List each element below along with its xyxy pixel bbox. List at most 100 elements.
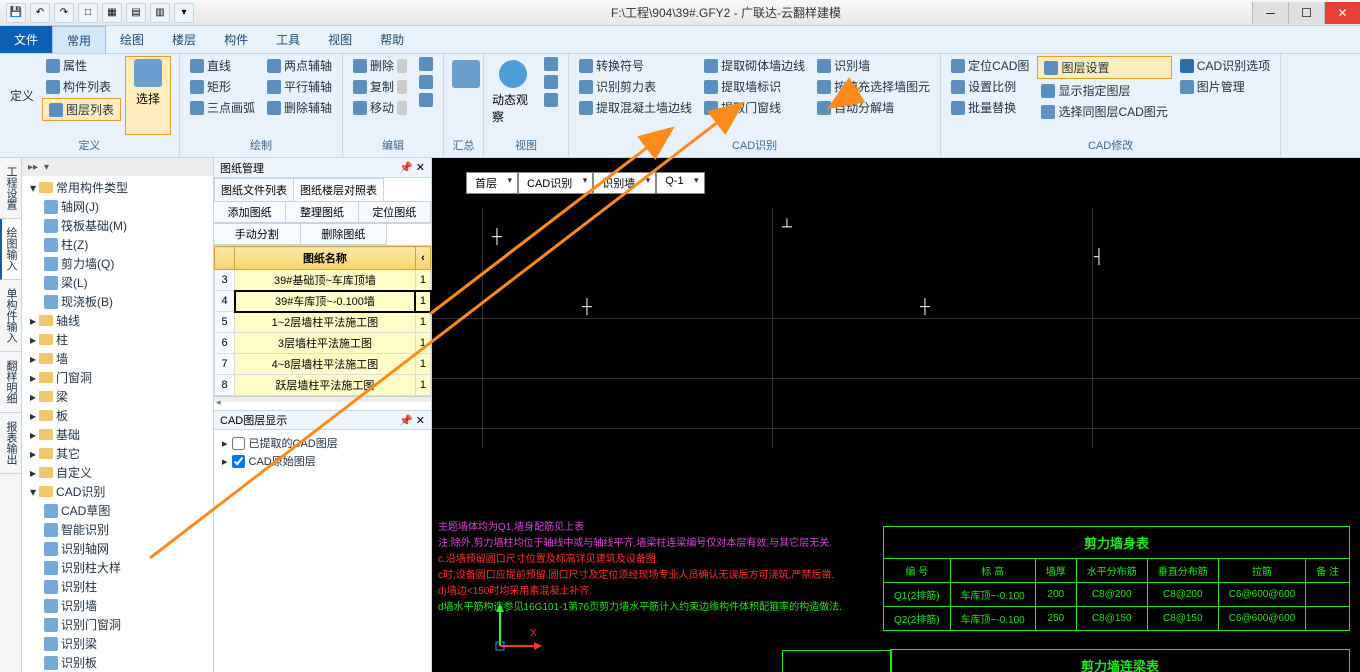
category-dropdown[interactable]: CAD识别 [518, 172, 593, 194]
extract-masonry-btn[interactable]: 提取砌体墙边线 [700, 56, 809, 75]
view-sm3[interactable] [540, 92, 562, 108]
copy-btn[interactable]: 复制 [349, 77, 411, 96]
define-btn[interactable]: 定义 [6, 86, 38, 105]
tree-root[interactable]: ▾常用构件类型 [26, 178, 209, 197]
layer-checkbox[interactable] [232, 455, 245, 468]
tree-folder[interactable]: ▸基础 [26, 425, 209, 444]
vtab-report[interactable]: 报表输出 [0, 413, 21, 474]
tree-folder[interactable]: ▸门窗洞 [26, 368, 209, 387]
menu-common[interactable]: 常用 [52, 26, 106, 53]
attr-button[interactable]: 属性 [42, 56, 121, 75]
tree-folder[interactable]: ▸其它 [26, 444, 209, 463]
sum-button[interactable] [450, 56, 482, 135]
extract-wallmark-btn[interactable]: 提取墙标识 [700, 77, 809, 96]
pin-icon[interactable]: 📌 [399, 415, 413, 427]
dynview-button[interactable]: 动态观察 [490, 56, 536, 135]
qat-item[interactable]: ▦ [102, 3, 122, 23]
table-row[interactable]: 51~2层墙柱平法施工图1 [215, 312, 431, 333]
view-sm2[interactable] [540, 74, 562, 90]
select-layer-btn[interactable]: 选择同图层CAD图元 [1037, 102, 1171, 121]
tree-item[interactable]: 剪力墙(Q) [26, 254, 209, 273]
locate-drawing-btn[interactable]: 定位图纸 [358, 201, 431, 223]
edit-sm2[interactable] [415, 74, 437, 90]
select-button[interactable]: 选择 [125, 56, 171, 135]
extract-concrete-btn[interactable]: 提取混凝土墙边线 [575, 98, 696, 117]
table-row[interactable]: 439#车库顶~-0.100墙1 [215, 291, 431, 312]
tree-folder[interactable]: ▸自定义 [26, 463, 209, 482]
table-row[interactable]: 8跃层墙柱平法施工图1 [215, 375, 431, 396]
identify-wall-btn[interactable]: 识别墙 [813, 56, 934, 75]
vtab-detail[interactable]: 翻样明细 [0, 352, 21, 413]
set-scale-btn[interactable]: 设置比例 [947, 77, 1033, 96]
tree-caditem[interactable]: CAD草图 [26, 501, 209, 520]
qat-dropdown-icon[interactable]: ▾ [174, 3, 194, 23]
tree-caditem[interactable]: 智能识别 [26, 520, 209, 539]
tree-caditem[interactable]: 识别板 [26, 653, 209, 672]
tree-cad-folder[interactable]: ▾CAD识别 [26, 482, 209, 501]
close-button[interactable]: ✕ [1324, 2, 1360, 24]
layer-item[interactable]: ▸CAD原始图层 [222, 452, 423, 470]
complist-button[interactable]: 构件列表 [42, 77, 121, 96]
organize-drawing-btn[interactable]: 整理图纸 [285, 201, 358, 223]
menu-tools[interactable]: 工具 [262, 26, 314, 53]
table-row[interactable]: 63层墙柱平法施工图1 [215, 333, 431, 354]
table-row[interactable]: 339#基础顶~车库顶墙1 [215, 270, 431, 291]
tree-item[interactable]: 轴网(J) [26, 197, 209, 216]
tree-folder[interactable]: ▸轴线 [26, 311, 209, 330]
drawing-canvas[interactable]: 首层 CAD识别 识别墙 Q-1 ┼ ┼ ┴ ┼ ┤ 主题墙体均为Q1,墙身配筋… [432, 158, 1360, 672]
tree-caditem[interactable]: 识别柱大样 [26, 558, 209, 577]
vtab-project[interactable]: 工程设置 [0, 158, 21, 219]
minimize-button[interactable]: ─ [1252, 2, 1288, 24]
tree-caditem[interactable]: 识别柱 [26, 577, 209, 596]
vtab-drawinput[interactable]: 绘图输入 [0, 219, 21, 280]
table-row[interactable]: 74~8层墙柱平法施工图1 [215, 354, 431, 375]
identify-shear-btn[interactable]: 识别剪力表 [575, 77, 696, 96]
qat-save-icon[interactable]: 💾 [6, 3, 26, 23]
delaux-btn[interactable]: 删除辅轴 [263, 98, 336, 117]
locate-cad-btn[interactable]: 定位CAD图 [947, 56, 1033, 75]
qat-item[interactable]: □ [78, 3, 98, 23]
qat-redo-icon[interactable]: ↷ [54, 3, 74, 23]
qat-item[interactable]: ▤ [126, 3, 146, 23]
menu-draw[interactable]: 绘图 [106, 26, 158, 53]
id-dropdown[interactable]: Q-1 [656, 172, 704, 194]
pic-mgr-btn[interactable]: 图片管理 [1176, 77, 1274, 96]
auto-split-btn[interactable]: 自动分解墙 [813, 98, 934, 117]
close-icon[interactable]: ✕ [416, 415, 425, 427]
tree-item[interactable]: 筏板基础(M) [26, 216, 209, 235]
qat-undo-icon[interactable]: ↶ [30, 3, 50, 23]
tree-item[interactable]: 梁(L) [26, 273, 209, 292]
convert-symbol-btn[interactable]: 转换符号 [575, 56, 696, 75]
tree-caditem[interactable]: 识别门窗洞 [26, 615, 209, 634]
manual-split-btn[interactable]: 手动分割 [213, 223, 301, 245]
menu-floor[interactable]: 楼层 [158, 26, 210, 53]
extract-door-btn[interactable]: 提取门窗线 [700, 98, 809, 117]
collapse-icon[interactable]: ▾ [44, 162, 49, 173]
tree-caditem[interactable]: 识别墙 [26, 596, 209, 615]
batch-replace-btn[interactable]: 批量替换 [947, 98, 1033, 117]
move-btn[interactable]: 移动 [349, 98, 411, 117]
menu-help[interactable]: 帮助 [366, 26, 418, 53]
floor-dropdown[interactable]: 首层 [466, 172, 518, 194]
tree-folder[interactable]: ▸柱 [26, 330, 209, 349]
menu-view[interactable]: 视图 [314, 26, 366, 53]
delete-btn[interactable]: 删除 [349, 56, 411, 75]
tab-filelist[interactable]: 图纸文件列表 [214, 178, 294, 201]
vtab-single[interactable]: 单构件输入 [0, 280, 21, 352]
line-btn[interactable]: 直线 [186, 56, 259, 75]
tree-item[interactable]: 柱(Z) [26, 235, 209, 254]
arc-btn[interactable]: 三点画弧 [186, 98, 259, 117]
pin-icon[interactable]: 📌 [399, 162, 413, 174]
expand-icon[interactable]: ▸▸ [28, 162, 38, 173]
tab-floormap[interactable]: 图纸楼层对照表 [293, 178, 384, 201]
layerlist-button[interactable]: 图层列表 [42, 98, 121, 121]
maximize-button[interactable]: ☐ [1288, 2, 1324, 24]
add-drawing-btn[interactable]: 添加图纸 [213, 201, 286, 223]
cad-option-btn[interactable]: CAD识别选项 [1176, 56, 1274, 75]
twopt-btn[interactable]: 两点辅轴 [263, 56, 336, 75]
fill-select-btn[interactable]: 按填充选择墙图元 [813, 77, 934, 96]
type-dropdown[interactable]: 识别墙 [593, 172, 656, 194]
view-sm1[interactable] [540, 56, 562, 72]
layer-setting-btn[interactable]: 图层设置 [1037, 56, 1171, 79]
qat-item[interactable]: ▥ [150, 3, 170, 23]
